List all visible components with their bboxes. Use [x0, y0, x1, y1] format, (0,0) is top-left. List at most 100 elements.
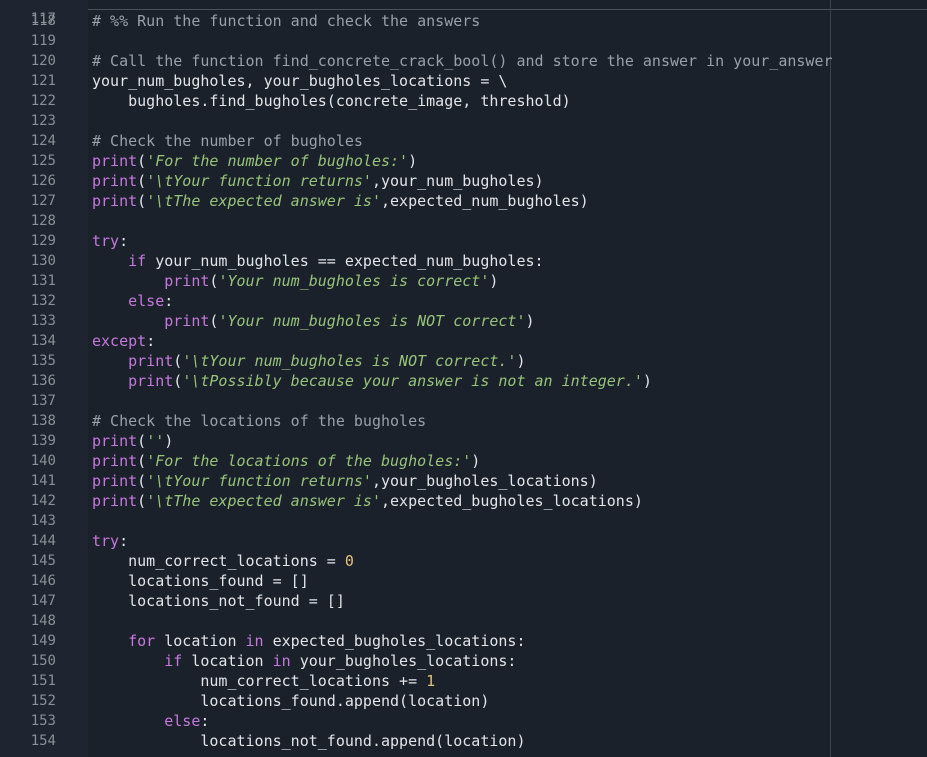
code-token: your_num_bugholes == expected_num_bughol…	[146, 252, 544, 270]
code-text[interactable]: print('\tYour num_bugholes is NOT correc…	[92, 351, 525, 371]
line-number: 135	[30, 353, 56, 369]
code-token: print	[92, 152, 138, 170]
code-line[interactable]: 146 locations_found = []	[0, 571, 927, 591]
code-token: for	[128, 632, 156, 650]
code-line[interactable]: 144 try:	[0, 531, 927, 551]
code-line[interactable]: 152 locations_found.append(location)	[0, 691, 927, 711]
code-text[interactable]: try:	[92, 531, 128, 551]
code-line[interactable]: 125 print('For the number of bugholes:')	[0, 151, 927, 171]
code-text[interactable]: bugholes.find_bugholes(concrete_image, t…	[92, 91, 571, 111]
code-line[interactable]: 121 your_num_bugholes, your_bugholes_loca…	[0, 71, 927, 91]
code-line[interactable]: 118 # %% Run the function and check the a…	[0, 11, 927, 31]
code-token: '\tThe expected answer is'	[146, 192, 381, 210]
line-number: 134	[30, 333, 56, 349]
code-text[interactable]: # Check the locations of the bugholes	[92, 411, 426, 431]
code-text[interactable]: locations_found.append(location)	[92, 691, 489, 711]
code-line[interactable]: 143	[0, 511, 927, 531]
code-token: :	[146, 332, 156, 350]
code-line[interactable]: 134 except:	[0, 331, 927, 351]
code-line[interactable]: 137	[0, 391, 927, 411]
code-line[interactable]: 135 print('\tYour num_bugholes is NOT co…	[0, 351, 927, 371]
code-token: ,your_num_bugholes)	[371, 172, 544, 190]
code-line[interactable]: 147 locations_not_found = []	[0, 591, 927, 611]
code-text[interactable]: locations_found = []	[92, 571, 309, 591]
code-editor[interactable]: 117 118 # %% Run the function and check t…	[0, 0, 927, 757]
code-line[interactable]: 131 print('Your num_bugholes is correct'…	[0, 271, 927, 291]
code-text[interactable]: print('Your num_bugholes is correct')	[92, 271, 498, 291]
code-text[interactable]: print('For the number of bugholes:')	[92, 151, 417, 171]
code-text[interactable]: # Call the function find_concrete_crack_…	[92, 51, 833, 71]
code-token: except	[92, 332, 147, 350]
code-token: in	[272, 652, 291, 670]
code-text[interactable]: if your_num_bugholes == expected_num_bug…	[92, 251, 544, 271]
code-text[interactable]: # %% Run the function and check the answ…	[92, 11, 480, 31]
code-line[interactable]: 130 if your_num_bugholes == expected_num…	[0, 251, 927, 271]
code-line[interactable]: 127 print('\tThe expected answer is',expe…	[0, 191, 927, 211]
code-line[interactable]: 120 # Call the function find_concrete_cra…	[0, 51, 927, 71]
code-text[interactable]: print('')	[92, 431, 173, 451]
code-line[interactable]: 129 try:	[0, 231, 927, 251]
code-line[interactable]: 126 print('\tYour function returns',your_…	[0, 171, 927, 191]
code-text[interactable]: print('\tYour function returns',your_bug…	[92, 471, 598, 491]
code-line[interactable]: 123	[0, 111, 927, 131]
code-line[interactable]: 139 print('')	[0, 431, 927, 451]
code-token: location	[155, 632, 246, 650]
code-token: locations_found.append(location)	[92, 692, 490, 710]
code-line[interactable]: 154 locations_not_found.append(location)	[0, 731, 927, 751]
code-line[interactable]: 150 if location in your_bugholes_locatio…	[0, 651, 927, 671]
code-text[interactable]: your_num_bugholes, your_bugholes_locatio…	[92, 71, 507, 91]
code-text[interactable]: except:	[92, 331, 155, 351]
code-line[interactable]: 141 print('\tYour function returns',your_…	[0, 471, 927, 491]
code-text[interactable]: print('For the locations of the bugholes…	[92, 451, 480, 471]
code-token: print	[164, 312, 210, 330]
code-token: # Call the function find_concrete_crack_…	[92, 52, 833, 70]
code-token: in	[245, 632, 264, 650]
line-number: 143	[30, 513, 56, 529]
code-text[interactable]: else:	[92, 291, 173, 311]
code-text[interactable]: if location in your_bugholes_locations:	[92, 651, 516, 671]
line-number: 123	[30, 113, 56, 129]
code-token: :	[119, 532, 129, 550]
code-text[interactable]: num_correct_locations += 1	[92, 671, 435, 691]
code-text[interactable]: locations_not_found.append(location)	[92, 731, 525, 751]
code-line[interactable]: 136 print('\tPossibly because your answe…	[0, 371, 927, 391]
code-text[interactable]: print('\tThe expected answer is',expecte…	[92, 491, 643, 511]
code-token: print	[164, 272, 210, 290]
code-line[interactable]: 145 num_correct_locations = 0	[0, 551, 927, 571]
code-token: ,your_bugholes_locations)	[371, 472, 598, 490]
code-token: location	[182, 652, 273, 670]
code-text[interactable]: print('\tYour function returns',your_num…	[92, 171, 544, 191]
code-line[interactable]: 138 # Check the locations of the bugholes	[0, 411, 927, 431]
code-line[interactable]: 133 print('Your num_bugholes is NOT corr…	[0, 311, 927, 331]
code-text[interactable]: # Check the number of bugholes	[92, 131, 363, 151]
code-token: ''	[146, 432, 165, 450]
code-text[interactable]: locations_not_found = []	[92, 591, 345, 611]
code-line[interactable]: 153 else:	[0, 711, 927, 731]
line-number: 131	[30, 273, 56, 289]
line-number: 118	[30, 13, 56, 29]
code-text[interactable]: else:	[92, 711, 209, 731]
code-token: ,expected_num_bugholes)	[381, 192, 589, 210]
line-number: 130	[30, 253, 56, 269]
code-line[interactable]: 119	[0, 31, 927, 51]
code-line[interactable]: 151 num_correct_locations += 1	[0, 671, 927, 691]
code-text[interactable]: print('\tPossibly because your answer is…	[92, 371, 652, 391]
code-token: (	[173, 372, 183, 390]
code-line[interactable]: 122 bugholes.find_bugholes(concrete_imag…	[0, 91, 927, 111]
code-line[interactable]: 149 for location in expected_bugholes_lo…	[0, 631, 927, 651]
code-token: if	[164, 652, 183, 670]
code-line[interactable]: 148	[0, 611, 927, 631]
code-line[interactable]: 142 print('\tThe expected answer is',expe…	[0, 491, 927, 511]
line-number: 136	[30, 373, 56, 389]
code-text[interactable]: num_correct_locations = 0	[92, 551, 354, 571]
code-line[interactable]: 140 print('For the locations of the bugho…	[0, 451, 927, 471]
code-text[interactable]: print('\tThe expected answer is',expecte…	[92, 191, 589, 211]
code-token: try	[92, 232, 120, 250]
code-line[interactable]: 128	[0, 211, 927, 231]
code-token: (	[137, 472, 147, 490]
code-line[interactable]: 124 # Check the number of bugholes	[0, 131, 927, 151]
code-text[interactable]: print('Your num_bugholes is NOT correct'…	[92, 311, 534, 331]
code-line[interactable]: 132 else:	[0, 291, 927, 311]
code-text[interactable]: try:	[92, 231, 128, 251]
code-text[interactable]: for location in expected_bugholes_locati…	[92, 631, 525, 651]
